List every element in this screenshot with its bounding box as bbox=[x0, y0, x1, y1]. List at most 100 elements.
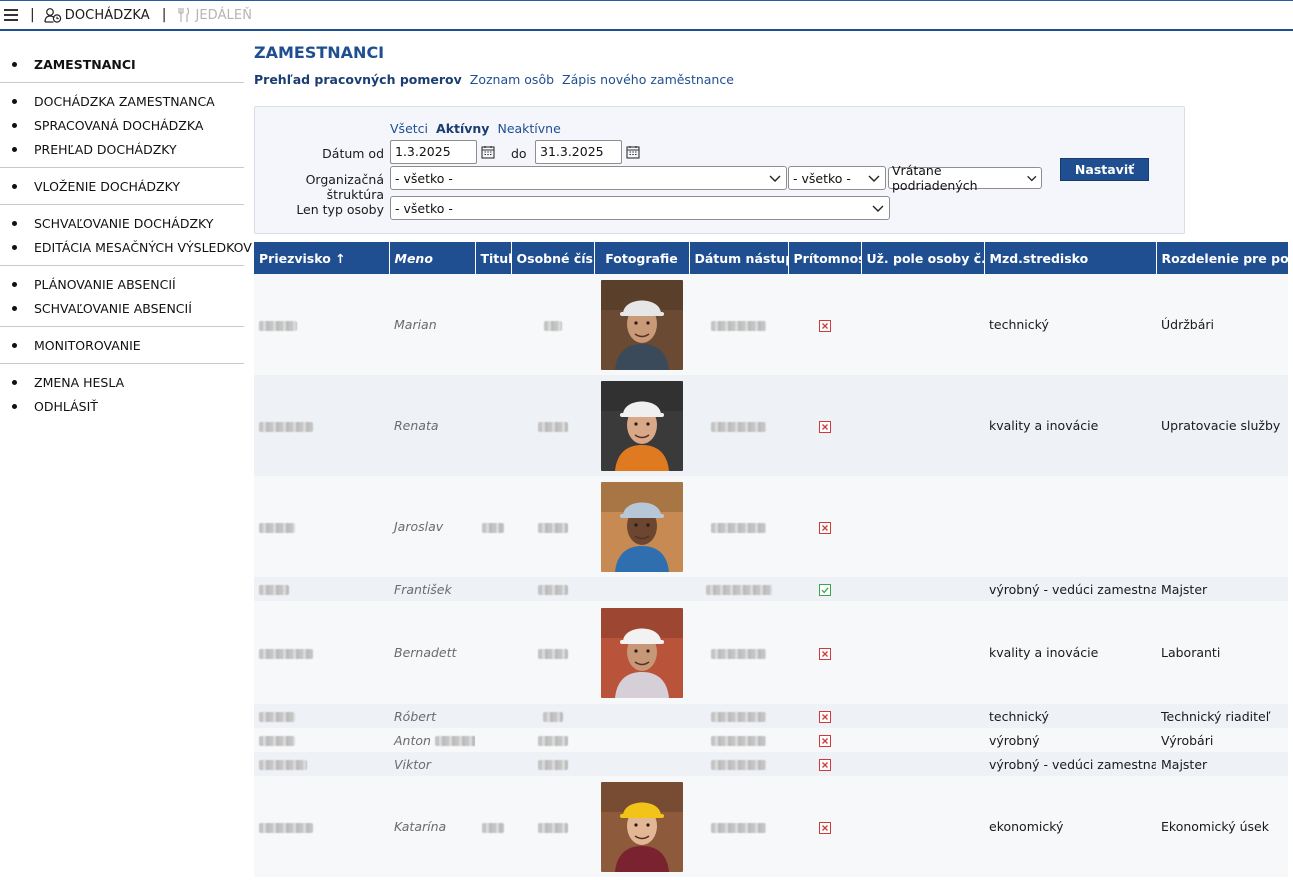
table-row[interactable]: Katarína ekonomický Ekonomický úsek bbox=[254, 776, 1288, 877]
cell-first-name[interactable]: Marian bbox=[389, 274, 475, 375]
column-header-first-name[interactable]: Meno bbox=[389, 242, 476, 274]
table-row[interactable]: František výrobný - vedúci zamestnanciMaj… bbox=[254, 577, 1288, 601]
cell-photo bbox=[594, 728, 689, 752]
first-name-text: Marian bbox=[394, 317, 437, 332]
redacted-value bbox=[542, 712, 563, 722]
cell-first-name[interactable]: Róbert bbox=[389, 704, 475, 728]
cell-first-name[interactable]: Katarína bbox=[389, 776, 475, 877]
cell-first-name[interactable]: Anton bbox=[389, 728, 475, 752]
table-row[interactable]: Bernadett kvality a inovácie Laboranti bbox=[254, 601, 1288, 704]
table-row[interactable]: Róbert technický Technický riaditeľ bbox=[254, 704, 1288, 728]
cell-surname[interactable] bbox=[254, 776, 389, 877]
status-all-link[interactable]: Všetci bbox=[390, 121, 428, 136]
calendar-icon[interactable] bbox=[626, 145, 640, 159]
sidebar-item-attendance-overview[interactable]: PREHĽAD DOCHÁDZKY bbox=[0, 137, 244, 161]
subnav-person-list[interactable]: Zoznam osôb bbox=[470, 72, 554, 87]
chevron-down-icon bbox=[868, 175, 880, 182]
cell-presence bbox=[788, 476, 861, 577]
calendar-icon[interactable] bbox=[481, 145, 495, 159]
cell-presence bbox=[788, 577, 861, 601]
sidebar-item-label: SCHVAĽOVANIE DOCHÁDZKY bbox=[34, 215, 214, 231]
sidebar-item-change-password[interactable]: ZMENA HESLA bbox=[0, 370, 244, 394]
sidebar-item-monthly-results-edit[interactable]: EDITÁCIA MESAČNÝCH VÝSLEDKOV bbox=[0, 235, 252, 259]
cell-surname[interactable] bbox=[254, 752, 389, 776]
subnav-new-employee[interactable]: Zápis nového zaměstnance bbox=[562, 72, 734, 87]
sidebar-item-attendance-entry[interactable]: VLOŽENIE DOCHÁDZKY bbox=[0, 174, 244, 198]
date-to-input[interactable]: 31.3.2025 bbox=[535, 140, 622, 164]
redacted-value bbox=[259, 421, 313, 432]
nav-attendance[interactable]: DOCHÁDZKA bbox=[44, 7, 150, 23]
sidebar-item-absence-planning[interactable]: PLÁNOVANIE ABSENCIÍ bbox=[0, 272, 244, 296]
org-scope-select[interactable]: Vrátane podriadených bbox=[888, 163, 1042, 193]
subnav-employment-overview[interactable]: Prehľad pracovných pomerov bbox=[254, 72, 462, 87]
sidebar-item-label: PREHĽAD DOCHÁDZKY bbox=[34, 141, 177, 157]
cell-payroll-center: výrobný - vedúci zamestnanci bbox=[984, 577, 1156, 601]
cell-surname[interactable] bbox=[254, 728, 389, 752]
cell-first-name[interactable]: Bernadett bbox=[389, 601, 475, 704]
sidebar-item-monitoring[interactable]: MONITOROVANIE bbox=[0, 333, 244, 357]
cell-personal-number bbox=[511, 375, 594, 476]
redacted-value bbox=[705, 585, 772, 595]
cell-photo bbox=[594, 476, 689, 577]
sidebar-item-processed-attendance[interactable]: SPRACOVANÁ DOCHÁDZKA bbox=[0, 113, 244, 137]
cell-presence bbox=[788, 274, 861, 375]
bullet bbox=[12, 98, 17, 104]
cell-surname[interactable] bbox=[254, 476, 389, 577]
cell-presence bbox=[788, 601, 861, 704]
bullet bbox=[12, 281, 17, 287]
column-header-payroll-center[interactable]: Mzd.stredisko bbox=[984, 242, 1157, 274]
sidebar-item-employee-attendance[interactable]: DOCHÁDZKA ZAMESTNANCA bbox=[0, 89, 244, 113]
column-header-photo[interactable]: Fotografie bbox=[594, 242, 690, 274]
sidebar-group: ZMENA HESLA ODHLÁSIŤ bbox=[0, 364, 244, 424]
nav-canteen[interactable]: JEDÁLEŇ bbox=[176, 7, 252, 23]
column-header-custom-field-20[interactable]: Už. pole osoby č. 20 bbox=[861, 242, 985, 274]
apply-filter-button[interactable]: Nastaviť bbox=[1060, 158, 1149, 181]
column-header-presence[interactable]: Prítomnosť bbox=[788, 242, 862, 274]
cell-surname[interactable] bbox=[254, 577, 389, 601]
topbar-separator: | bbox=[30, 7, 35, 23]
status-inactive-link[interactable]: Neaktívne bbox=[497, 121, 560, 136]
cell-surname[interactable] bbox=[254, 375, 389, 476]
sidebar-item-attendance-approval[interactable]: SCHVAĽOVANIE DOCHÁDZKY bbox=[0, 211, 244, 235]
cell-surname[interactable] bbox=[254, 601, 389, 704]
cell-surname[interactable] bbox=[254, 704, 389, 728]
column-header-personal-number[interactable]: Osobné číslo bbox=[511, 242, 595, 274]
sidebar-item-label: DOCHÁDZKA ZAMESTNANCA bbox=[34, 93, 215, 109]
hamburger-menu-icon[interactable] bbox=[4, 9, 18, 21]
cell-first-name[interactable]: Jaroslav bbox=[389, 476, 475, 577]
sidebar-item-label: ZAMESTNANCI bbox=[34, 56, 136, 72]
date-from-input[interactable]: 1.3.2025 bbox=[390, 140, 477, 164]
org-structure-select[interactable]: - všetko - bbox=[390, 166, 787, 190]
cell-first-name[interactable]: František bbox=[389, 577, 475, 601]
first-name-text: František bbox=[394, 581, 452, 597]
redacted-value bbox=[537, 822, 568, 833]
person-type-select[interactable]: - všetko - bbox=[390, 196, 890, 220]
cell-first-name[interactable]: Renata bbox=[389, 375, 475, 476]
redacted-value bbox=[434, 736, 475, 746]
sidebar-item-label: SCHVAĽOVANIE ABSENCIÍ bbox=[34, 300, 192, 316]
sidebar-group: ZAMESTNANCI bbox=[0, 46, 244, 83]
column-header-surname[interactable]: Priezvisko ↑ bbox=[254, 242, 390, 274]
cell-first-name[interactable]: Viktor bbox=[389, 752, 475, 776]
table-row[interactable]: Viktor výrobný - vedúci zamestnanciMajste… bbox=[254, 752, 1288, 776]
table-row[interactable]: Marian technický Údržbári bbox=[254, 274, 1288, 375]
cell-personal-number bbox=[511, 577, 594, 601]
table-row[interactable]: Anton výrobný Výrobári bbox=[254, 728, 1288, 752]
sidebar-item-absence-approval[interactable]: SCHVAĽOVANIE ABSENCIÍ bbox=[0, 296, 244, 320]
sidebar-item-logout[interactable]: ODHLÁSIŤ bbox=[0, 394, 244, 418]
org-sub-select[interactable]: - všetko - bbox=[788, 166, 886, 190]
bullet bbox=[12, 183, 17, 189]
status-active-link[interactable]: Aktívny bbox=[436, 121, 489, 136]
column-header-start-date[interactable]: Dátum nástupu bbox=[689, 242, 789, 274]
cell-surname[interactable] bbox=[254, 274, 389, 375]
cell-photo bbox=[594, 752, 689, 776]
org-structure-label: Organizačná štruktúra bbox=[305, 172, 384, 202]
table-row[interactable]: Renata kvality a inovácie Upratovacie služ… bbox=[254, 375, 1288, 476]
column-header-portal-group[interactable]: Rozdelenie pre portál bbox=[1156, 242, 1289, 274]
table-row[interactable]: Jaroslav bbox=[254, 476, 1288, 577]
column-header-title[interactable]: Titul bbox=[475, 242, 512, 274]
absent-cross-icon bbox=[818, 319, 831, 332]
cell-presence bbox=[788, 704, 861, 728]
sidebar-item-employees[interactable]: ZAMESTNANCI bbox=[0, 52, 244, 76]
redacted-value bbox=[259, 712, 295, 722]
